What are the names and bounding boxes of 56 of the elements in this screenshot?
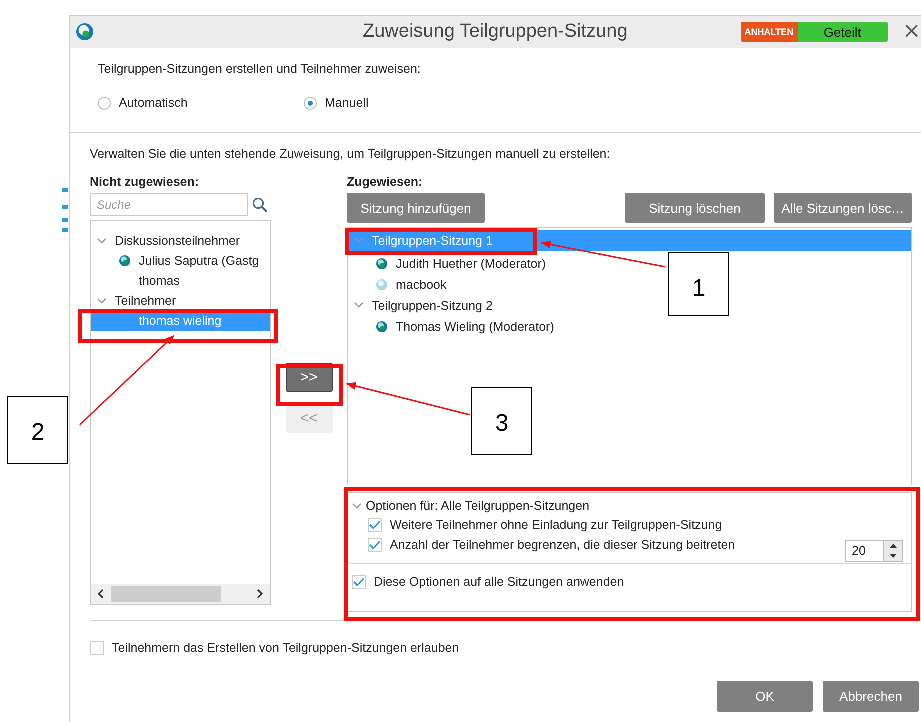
- section-heading: Zugewiesen:: [347, 175, 424, 191]
- scroll-right-icon[interactable]: [256, 589, 264, 599]
- status-badge: Geteilt: [798, 22, 888, 42]
- add-session-button[interactable]: Sitzung hinzufügen: [347, 193, 485, 223]
- cancel-button[interactable]: Abbrechen: [823, 681, 919, 712]
- checkbox[interactable]: [90, 641, 104, 655]
- radio-option[interactable]: Automatisch: [98, 96, 304, 110]
- tree-item[interactable]: macbook: [348, 274, 451, 295]
- callout-label: 3: [472, 388, 532, 456]
- tree-item[interactable]: Julius Saputra (Gastg: [91, 251, 264, 271]
- checkbox[interactable]: [368, 538, 382, 552]
- chevron-down-icon[interactable]: [354, 302, 364, 309]
- option-label: Anzahl der Teilnehmer begrenzen, die dieser Sitzung beitreten: [390, 538, 736, 552]
- delete-all-sessions-button[interactable]: Alle Sitzungen lösc…: [774, 193, 912, 223]
- globe-icon: [376, 258, 388, 270]
- spin-down-icon[interactable]: [890, 554, 896, 558]
- logo-icon: [76, 23, 94, 41]
- radio-button[interactable]: [304, 96, 317, 110]
- search-icon[interactable]: [252, 196, 268, 212]
- window-title: Zuweisung Teilgruppen-Sitzung: [363, 21, 628, 43]
- delete-session-button[interactable]: Sitzung löschen: [625, 193, 765, 223]
- section-heading: Nicht zugewiesen:: [90, 175, 200, 191]
- stop-badge[interactable]: ANHALTEN: [740, 22, 798, 42]
- option-label: Diese Optionen auf alle Sitzungen anwenden: [374, 575, 624, 589]
- chevron-down-icon[interactable]: [352, 502, 362, 510]
- scrollbar-thumb[interactable]: [111, 586, 221, 602]
- tree-item[interactable]: Thomas Wieling (Moderator): [348, 316, 558, 337]
- checkbox[interactable]: [352, 575, 366, 589]
- chevron-down-icon[interactable]: [97, 238, 107, 244]
- options-heading: Optionen für: Alle Teilgruppen-Sitzungen: [366, 499, 590, 513]
- chevron-down-icon[interactable]: [97, 298, 107, 304]
- globe-icon: [376, 320, 388, 332]
- intro-text: Teilgruppen-Sitzungen erstellen und Teilnehmer zuweisen:: [98, 62, 422, 76]
- spin-up-icon[interactable]: [890, 544, 896, 548]
- radio-option[interactable]: Manuell: [304, 96, 510, 110]
- horizontal-scrollbar[interactable]: [91, 584, 270, 604]
- tree-group-row[interactable]: Diskussionsteilnehmer: [91, 231, 270, 251]
- highlight-frame: [276, 364, 343, 406]
- option-label: Teilnehmern das Erstellen von Teilgruppen-Sitzungen erlauben: [112, 641, 460, 655]
- callout-label: 2: [8, 396, 68, 464]
- checkbox[interactable]: [368, 518, 382, 532]
- option-label: Weitere Teilnehmer ohne Einladung zur Teilgruppen-Sitzung: [390, 518, 722, 532]
- tree-item[interactable]: Judith Huether (Moderator): [348, 253, 550, 274]
- close-button[interactable]: ×: [902, 21, 921, 43]
- globe-icon: [119, 255, 131, 267]
- globe-icon: [376, 278, 388, 290]
- tree-group-row[interactable]: Teilnehmer: [91, 291, 270, 311]
- radio-button[interactable]: [98, 96, 111, 110]
- tree-item[interactable]: thomas: [91, 271, 184, 291]
- callout-label: 1: [668, 252, 730, 316]
- scroll-left-icon[interactable]: [97, 589, 105, 599]
- ok-button[interactable]: OK: [717, 681, 813, 712]
- background-window-drawing: [62, 188, 68, 232]
- search-field[interactable]: Suche: [90, 193, 248, 216]
- number-spinner[interactable]: 20: [845, 540, 903, 562]
- instruction-text: Verwalten Sie die unten stehende Zuweisung, um Teilgruppen-Sitzungen manuell zu erstellen:: [90, 147, 612, 161]
